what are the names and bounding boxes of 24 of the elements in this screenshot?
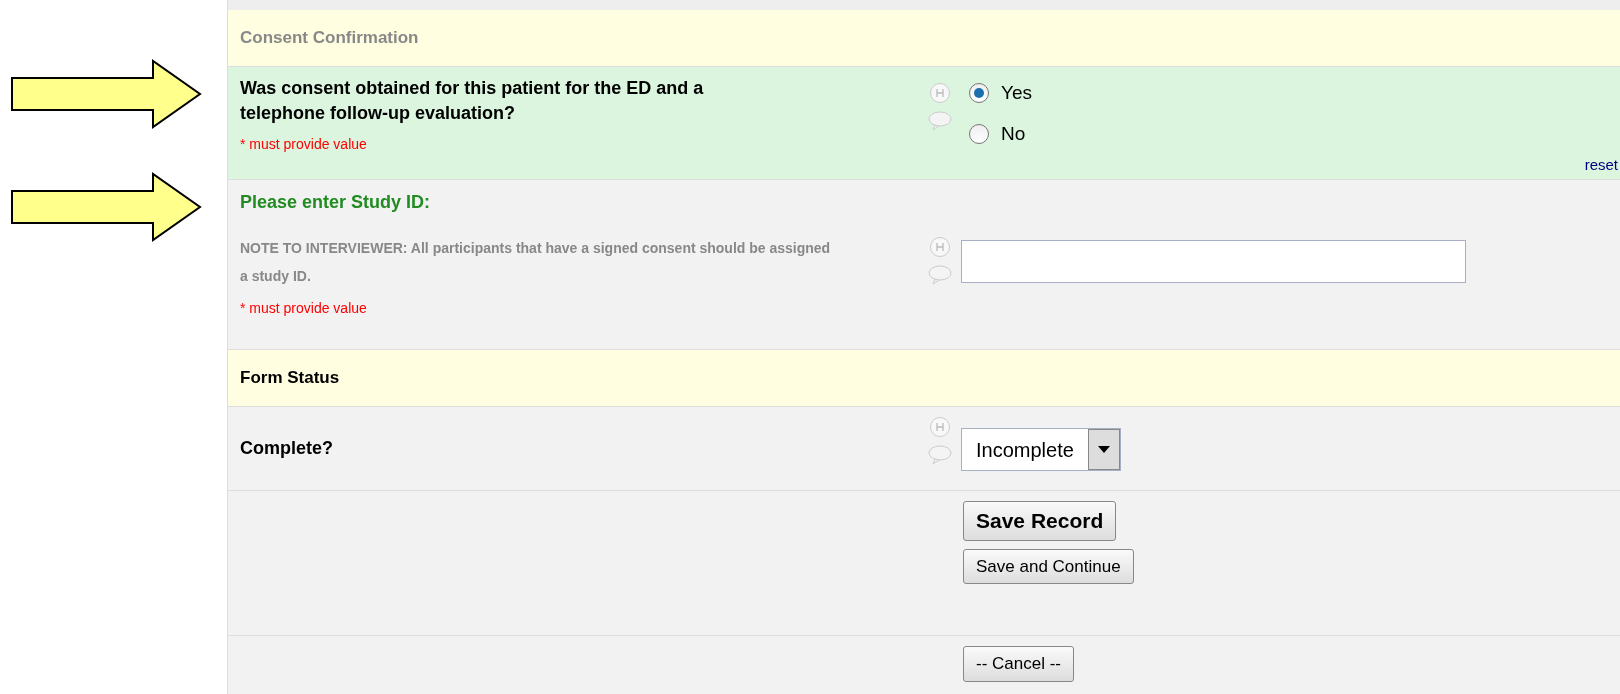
required-note: * must provide value (240, 135, 368, 154)
radio-option[interactable]: Yes (969, 79, 1032, 108)
comment-icon[interactable] (928, 445, 952, 465)
caret-icon (1097, 445, 1110, 454)
help-icon[interactable] (930, 83, 950, 103)
reset-link[interactable]: reset (1584, 153, 1618, 176)
required-note: * must provide value (240, 299, 368, 318)
question-label: Please enter Study ID: (240, 191, 432, 214)
help-icon[interactable] (930, 237, 950, 257)
interviewer-note: NOTE TO INTERVIEWER: All participants that have a signed consent should be assigned a study ID. (240, 239, 832, 286)
status-dropdown[interactable]: Incomplete (961, 428, 1121, 471)
radio-option[interactable]: No (969, 119, 1032, 148)
question-label: Complete? (240, 437, 333, 460)
form-button[interactable]: Save and Continue (963, 548, 1134, 584)
section-title: Form Status (240, 367, 340, 390)
radio-button[interactable] (969, 83, 989, 104)
comment-icon[interactable] (928, 265, 952, 285)
help-icon[interactable] (930, 417, 950, 437)
comment-icon[interactable] (928, 111, 952, 131)
radio-button[interactable] (969, 123, 989, 144)
save-record-button[interactable]: Save Record (963, 501, 1117, 541)
question-label: Was consent obtained for this patient for the ED and a telephone follow-up evaluation? (240, 77, 705, 125)
form-button[interactable]: -- Cancel -- (963, 646, 1074, 682)
section-title: Consent Confirmation (240, 27, 419, 50)
